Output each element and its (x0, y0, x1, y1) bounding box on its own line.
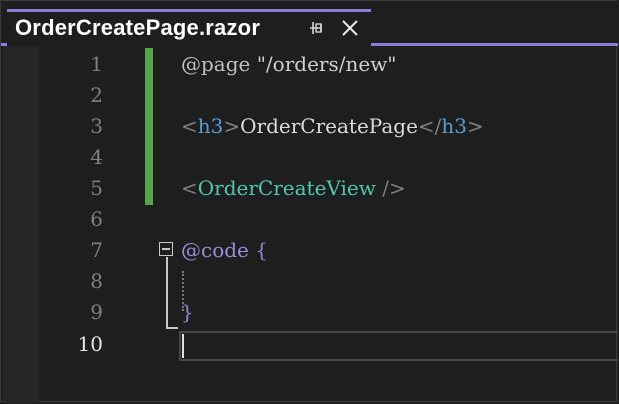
component-name: OrderCreateView (197, 176, 376, 200)
document-tab[interactable]: OrderCreatePage.razor (7, 9, 371, 46)
code-keyword: @code (181, 238, 249, 262)
close-brace: } (181, 300, 194, 324)
directive-keyword: @page (181, 52, 251, 76)
tag-bracket: < (181, 114, 198, 138)
tag-bracket: > (223, 114, 241, 138)
collapse-icon[interactable] (159, 242, 173, 256)
tag-bracket: > (467, 114, 484, 138)
code-line-7: @code { (181, 235, 268, 265)
code-line-1: @page "/orders/new" (181, 49, 397, 79)
line-number: 6 (90, 207, 103, 231)
change-tracking-bar (145, 48, 153, 205)
editor-margin (3, 46, 39, 403)
line-number: 4 (90, 145, 103, 169)
line-number: 2 (90, 83, 103, 107)
line-number: 3 (90, 114, 103, 138)
line-number: 5 (90, 176, 103, 200)
fold-region-end (166, 327, 178, 329)
editor-window: OrderCreatePage.razor 1 2 3 4 5 6 7 8 9 … (0, 0, 618, 403)
tab-title: OrderCreatePage.razor (15, 15, 261, 40)
line-number-gutter: 1 2 3 4 5 6 7 8 9 10 (39, 46, 119, 403)
line-number-current: 10 (77, 332, 103, 356)
tag-bracket: </ (417, 114, 442, 138)
string-literal: "/orders/new" (250, 52, 397, 76)
document-tab-strip: OrderCreatePage.razor (1, 1, 618, 46)
tag-bracket: /> (375, 176, 406, 200)
line-number: 7 (90, 238, 103, 262)
open-brace: { (248, 238, 268, 262)
code-line-5: <OrderCreateView /> (181, 173, 406, 203)
line-number: 8 (90, 269, 103, 293)
code-line-3: <h3>OrderCreatePage</h3> (181, 111, 484, 141)
close-icon[interactable] (339, 17, 361, 39)
current-line-highlight (179, 331, 618, 361)
text-caret (182, 334, 184, 358)
fold-region-line (166, 257, 168, 329)
line-number: 9 (90, 300, 103, 324)
tag-name: h3 (441, 114, 468, 138)
code-line-9: } (181, 297, 194, 327)
heading-text: OrderCreatePage (240, 114, 418, 138)
pin-icon[interactable] (307, 18, 327, 38)
line-number: 1 (90, 52, 103, 76)
tag-name: h3 (197, 114, 224, 138)
tag-bracket: < (181, 176, 198, 200)
